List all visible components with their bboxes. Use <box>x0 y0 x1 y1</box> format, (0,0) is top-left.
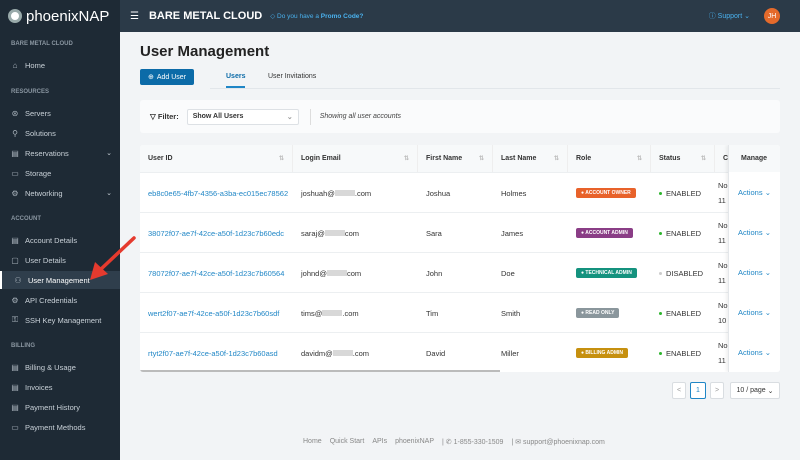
red-arrow-annotation <box>90 236 136 280</box>
